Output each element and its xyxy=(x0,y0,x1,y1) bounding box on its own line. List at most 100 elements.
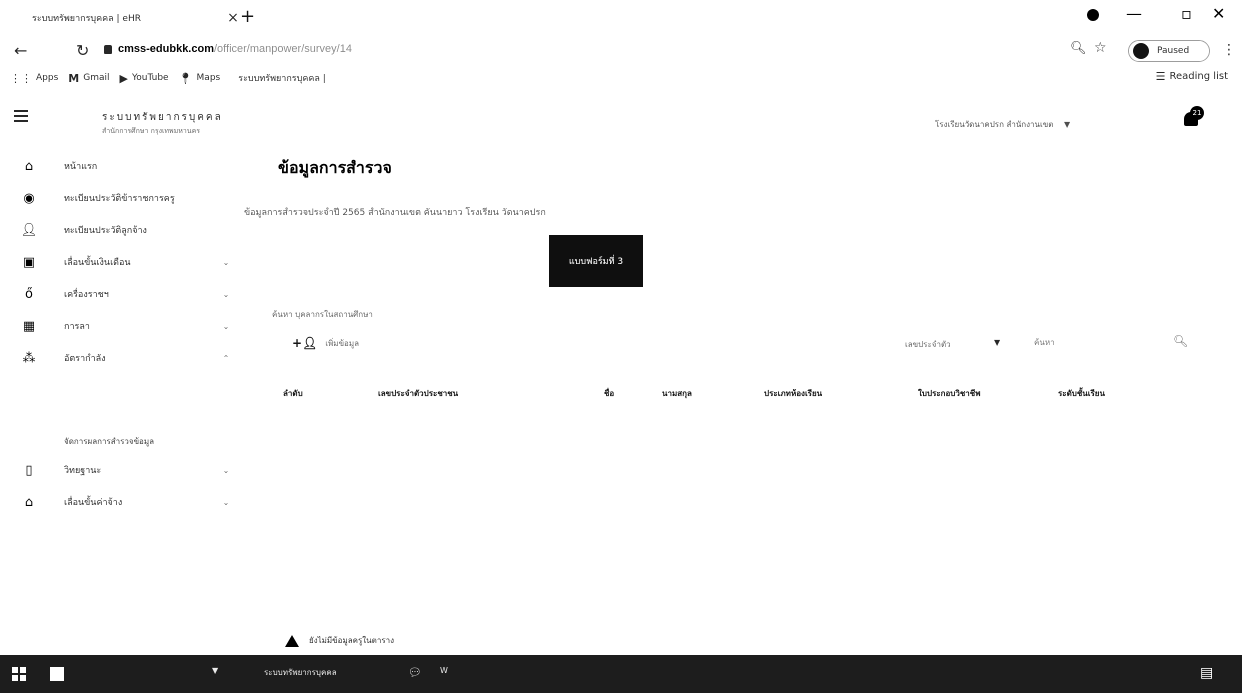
sidebar-item-academic-rank[interactable]: ▯ วิทยฐานะ ⌄ xyxy=(0,454,245,486)
app-header: ระบบทรัพยากรบุคคล สำนักการศึกษา กรุงเทพม… xyxy=(0,96,1242,142)
brand-subtitle: สำนักการศึกษา กรุงเทพมหานคร xyxy=(102,127,201,135)
sidebar-item-label: ทะเบียนประวัติลูกจ้าง xyxy=(64,226,147,236)
browser-tab[interactable]: ระบบทรัพยากรบุคคล | eHR × xyxy=(32,4,242,32)
back-icon[interactable]: ← xyxy=(14,41,27,60)
url-path: /officer/manpower/survey/14 xyxy=(213,43,352,55)
chevron-down-icon: ⌄ xyxy=(222,321,230,331)
paused-label: Paused xyxy=(1157,46,1190,56)
column-header: นามสกุล xyxy=(662,389,692,398)
column-header: ชื่อ xyxy=(604,389,615,398)
filter-label: ค้นหา บุคลากรในสถานศึกษา xyxy=(272,310,373,319)
brand[interactable]: ระบบทรัพยากรบุคคล สำนักการศึกษา กรุงเทพม… xyxy=(102,110,223,137)
sidebar-item-leave[interactable]: ▦ การลา ⌄ xyxy=(0,310,245,342)
sidebar-subitem-survey[interactable]: จัดการผลการสำรวจข้อมูล xyxy=(64,435,154,448)
notification-bell-icon[interactable]: 21 xyxy=(1182,106,1204,130)
column-header: ประเภทห้องเรียน xyxy=(764,389,823,398)
bookmark-star-icon[interactable]: ☆ xyxy=(1094,40,1107,56)
search-input[interactable] xyxy=(1034,338,1114,347)
calendar-icon: ▦ xyxy=(22,318,36,334)
person-icon: 👤︎ xyxy=(20,222,38,238)
notification-center-icon[interactable]: ▤ xyxy=(1200,665,1213,681)
add-data-button[interactable]: +👤︎ เพิ่มข้อมูล xyxy=(292,336,359,350)
notification-badge: 21 xyxy=(1190,106,1204,120)
sidebar-item-salary[interactable]: ▣ เลื่อนขั้นเงินเดือน ⌄ xyxy=(0,246,245,278)
bookmarks-bar: ⋮⋮ Apps M Gmail ▶ YouTube 📍︎ Maps ระบบทร… xyxy=(0,66,1242,90)
browser-menu-icon[interactable]: ⋮ xyxy=(1222,42,1236,58)
restore-icon[interactable]: ▫ xyxy=(1181,4,1192,23)
warning-icon xyxy=(285,634,299,647)
column-header: ใบประกอบวิชาชีพ xyxy=(918,389,981,398)
profile-paused-button[interactable]: Paused xyxy=(1128,40,1210,62)
empty-table-notice: ยังไม่มีข้อมูลครูในตาราง xyxy=(285,634,394,647)
chevron-down-icon: ⌄ xyxy=(222,289,230,299)
sidebar-item-manpower[interactable]: ⁂ อัตรากำลัง ⌃ xyxy=(0,342,245,374)
form-3-button[interactable]: แบบฟอร์มที่ 3 xyxy=(549,235,643,287)
sidebar-item-label: การลา xyxy=(64,322,90,332)
bookmark-label: Gmail xyxy=(83,73,110,83)
taskbar-item-word[interactable]: W xyxy=(440,666,448,675)
bookmark-label: YouTube xyxy=(131,73,169,83)
chevron-down-icon[interactable]: ▼ xyxy=(994,338,1000,347)
search-field-select[interactable]: เลขประจำตัว xyxy=(905,338,951,351)
taskbar-app-icon[interactable] xyxy=(50,667,64,681)
bookmark-gmail[interactable]: M Gmail xyxy=(68,72,109,85)
new-tab-button[interactable]: + xyxy=(240,6,255,27)
browser-tab-bar: ระบบทรัพยากรบุคคล | eHR × + — ▫ ✕ xyxy=(0,0,1242,34)
chevron-down-icon[interactable]: ▼ xyxy=(212,666,218,675)
reading-list-button[interactable]: ☰ Reading list xyxy=(1156,70,1228,83)
user-menu[interactable]: โรงเรียนวัดนาคปรก สำนักงานเขต ▼ xyxy=(935,118,1070,131)
close-window-icon[interactable]: ✕ xyxy=(1212,4,1225,23)
os-taskbar: ▼ ระบบทรัพยากรบุคคล 💬︎ W ▤ xyxy=(0,655,1242,693)
sidebar-item-label: ทะเบียนประวัติข้าราชการครู xyxy=(64,194,175,204)
bookmark-maps[interactable]: 📍︎ Maps xyxy=(179,72,221,85)
chevron-down-icon: ⌄ xyxy=(222,465,230,475)
sidebar-item-decorations[interactable]: ő เครื่องราชฯ ⌄ xyxy=(0,278,245,310)
gmail-icon: M xyxy=(68,71,80,85)
sidebar-item-teacher-records[interactable]: ◉ ทะเบียนประวัติข้าราชการครู xyxy=(0,182,245,214)
zoom-icon[interactable]: 🔍︎ xyxy=(1070,41,1087,56)
search-icon[interactable]: 🔍︎ xyxy=(1173,334,1188,348)
url-field[interactable]: cmss-edubkk.com/officer/manpower/survey/… xyxy=(118,43,352,55)
url-host: cmss-edubkk.com xyxy=(118,43,214,55)
chevron-down-icon: ▼ xyxy=(1063,120,1071,129)
reload-icon[interactable]: ↻ xyxy=(76,41,89,60)
bookmark-youtube[interactable]: ▶ YouTube xyxy=(120,72,169,85)
sidebar-item-label: หน้าแรก xyxy=(64,162,98,172)
lock-icon[interactable] xyxy=(104,45,112,54)
apps-icon: ⋮⋮ xyxy=(10,71,32,85)
tab-title: ระบบทรัพยากรบุคคล | eHR xyxy=(32,14,141,24)
address-bar: ← ↻ cmss-edubkk.com/officer/manpower/sur… xyxy=(0,34,1242,66)
home-icon: ⌂ xyxy=(24,158,34,174)
chat-icon[interactable]: 💬︎ xyxy=(408,666,422,679)
bookmark-apps[interactable]: ⋮⋮ Apps xyxy=(10,72,58,85)
chevron-down-icon: ⌄ xyxy=(222,257,230,267)
chevron-up-icon: ⌃ xyxy=(222,353,230,363)
book-icon: ▯ xyxy=(25,462,33,478)
sidebar-item-employee-records[interactable]: 👤︎ ทะเบียนประวัติลูกจ้าง xyxy=(0,214,245,246)
column-header: ระดับชั้นเรียน xyxy=(1058,389,1105,398)
survey-description: ข้อมูลการสำรวจประจำปี 2565 สำนักงานเขต ค… xyxy=(244,208,546,218)
sidebar-item-home[interactable]: ⌂ หน้าแรก xyxy=(0,150,245,182)
sidebar-item-label: เลื่อนขั้นค่าจ้าง xyxy=(64,498,123,508)
money-icon: ▣ xyxy=(22,254,36,270)
reading-list-label: Reading list xyxy=(1169,71,1228,82)
sidebar-item-label: วิทยฐานะ xyxy=(64,466,102,476)
hamburger-menu-icon[interactable] xyxy=(14,110,28,125)
taskbar-item-ehr[interactable]: ระบบทรัพยากรบุคคล xyxy=(264,666,337,679)
sidebar-item-wage[interactable]: ⌂ เลื่อนขั้นค่าจ้าง ⌄ xyxy=(0,486,245,518)
group-icon: ⁂ xyxy=(22,350,36,366)
brand-title: ระบบทรัพยากรบุคคล xyxy=(102,112,223,123)
windows-start-icon[interactable] xyxy=(12,667,26,681)
sidebar-item-label: อัตรากำลัง xyxy=(64,354,106,364)
avatar xyxy=(1133,43,1149,59)
page-title: ข้อมูลการสำรวจ xyxy=(278,158,392,177)
minimize-icon[interactable]: — xyxy=(1126,4,1142,23)
user-menu-label: โรงเรียนวัดนาคปรก สำนักงานเขต xyxy=(935,120,1054,129)
column-header: เลขประจำตัวประชาชน xyxy=(378,389,459,398)
home-icon: ⌂ xyxy=(24,494,34,510)
bookmark-ehr[interactable]: ระบบทรัพยากรบุคคล | xyxy=(238,71,326,85)
medal-icon: ő xyxy=(25,286,33,302)
sidebar-item-label: เครื่องราชฯ xyxy=(64,290,109,300)
profile-dot-icon[interactable] xyxy=(1087,9,1099,21)
bookmark-label: ระบบทรัพยากรบุคคล | xyxy=(238,74,326,84)
